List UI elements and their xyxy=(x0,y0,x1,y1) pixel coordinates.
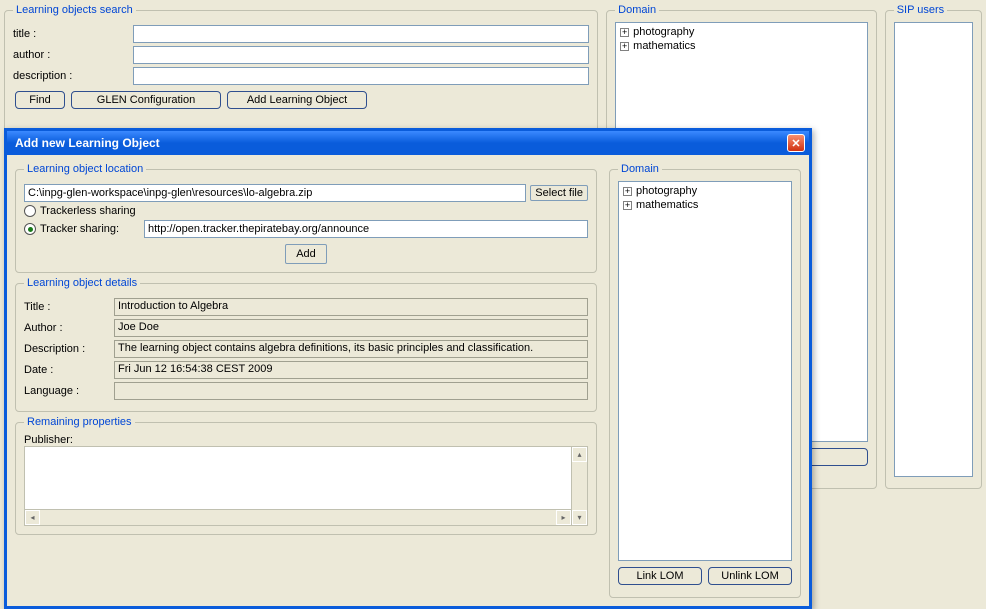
plus-icon[interactable]: + xyxy=(620,28,629,37)
add-learning-object-dialog: Add new Learning Object ✕ Learning objec… xyxy=(4,128,812,609)
tree-item[interactable]: + mathematics xyxy=(618,39,865,53)
detail-date-label: Date : xyxy=(24,364,114,376)
search-legend: Learning objects search xyxy=(13,4,136,16)
tree-item-label: mathematics xyxy=(633,40,695,52)
search-description-input[interactable] xyxy=(133,67,589,85)
dialog-domain-tree[interactable]: + photography + mathematics xyxy=(618,181,792,561)
location-legend: Learning object location xyxy=(24,163,146,175)
scrollbar-horizontal[interactable]: ◂ ▸ xyxy=(25,509,571,525)
add-tracker-button[interactable]: Add xyxy=(285,244,327,264)
remaining-fieldset: Remaining properties Publisher: ▴ ▾ ◂ ▸ xyxy=(15,416,597,535)
details-fieldset: Learning object details Title : Introduc… xyxy=(15,277,597,412)
tree-item-label: photography xyxy=(633,26,694,38)
tree-item-label: mathematics xyxy=(636,199,698,211)
tree-item[interactable]: + photography xyxy=(618,25,865,39)
tracker-sharing-label: Tracker sharing: xyxy=(40,223,140,235)
dialog-domain-legend: Domain xyxy=(618,163,662,175)
detail-language-label: Language : xyxy=(24,385,114,397)
sip-fieldset: SIP users xyxy=(885,4,982,489)
chevron-left-icon[interactable]: ◂ xyxy=(25,510,40,525)
link-lom-button[interactable]: Link LOM xyxy=(618,567,702,585)
tree-item[interactable]: + mathematics xyxy=(621,198,789,212)
location-fieldset: Learning object location Select file Tra… xyxy=(15,163,597,273)
detail-date-value: Fri Jun 12 16:54:38 CEST 2009 xyxy=(114,361,588,379)
detail-title-label: Title : xyxy=(24,301,114,313)
details-legend: Learning object details xyxy=(24,277,140,289)
domain-legend: Domain xyxy=(615,4,659,16)
remaining-legend: Remaining properties xyxy=(24,416,135,428)
tracker-sharing-radio[interactable] xyxy=(24,223,36,235)
plus-icon[interactable]: + xyxy=(620,42,629,51)
dialog-title: Add new Learning Object xyxy=(15,136,160,150)
search-title-input[interactable] xyxy=(133,25,589,43)
dialog-titlebar[interactable]: Add new Learning Object ✕ xyxy=(7,131,809,155)
detail-description-label: Description : xyxy=(24,343,114,355)
remaining-properties-box[interactable]: ▴ ▾ ◂ ▸ xyxy=(24,446,588,526)
plus-icon[interactable]: + xyxy=(623,201,632,210)
detail-title-value: Introduction to Algebra xyxy=(114,298,588,316)
scrollbar-vertical[interactable]: ▴ ▾ xyxy=(571,447,587,525)
add-learning-object-button[interactable]: Add Learning Object xyxy=(227,91,367,109)
chevron-down-icon[interactable]: ▾ xyxy=(572,510,587,525)
trackerless-label: Trackerless sharing xyxy=(40,205,136,217)
publisher-label: Publisher: xyxy=(24,434,588,446)
plus-icon[interactable]: + xyxy=(623,187,632,196)
label-title: title : xyxy=(13,28,133,40)
find-button[interactable]: Find xyxy=(15,91,65,109)
detail-author-value: Joe Doe xyxy=(114,319,588,337)
label-description: description : xyxy=(13,70,133,82)
sip-legend: SIP users xyxy=(894,4,948,16)
trackerless-radio[interactable] xyxy=(24,205,36,217)
tree-item-label: photography xyxy=(636,185,697,197)
select-file-button[interactable]: Select file xyxy=(530,185,588,201)
label-author: author : xyxy=(13,49,133,61)
chevron-right-icon[interactable]: ▸ xyxy=(556,510,571,525)
file-path-input[interactable] xyxy=(24,184,526,202)
search-author-input[interactable] xyxy=(133,46,589,64)
detail-author-label: Author : xyxy=(24,322,114,334)
detail-description-value: The learning object contains algebra def… xyxy=(114,340,588,358)
glen-config-button[interactable]: GLEN Configuration xyxy=(71,91,221,109)
dialog-domain-fieldset: Domain + photography + mathematics Link … xyxy=(609,163,801,598)
chevron-up-icon[interactable]: ▴ xyxy=(572,447,587,462)
tree-item[interactable]: + photography xyxy=(621,184,789,198)
sip-users-list[interactable] xyxy=(894,22,973,477)
tracker-url-input[interactable] xyxy=(144,220,588,238)
unlink-lom-button[interactable]: Unlink LOM xyxy=(708,567,792,585)
detail-language-value xyxy=(114,382,588,400)
close-icon[interactable]: ✕ xyxy=(787,134,805,152)
